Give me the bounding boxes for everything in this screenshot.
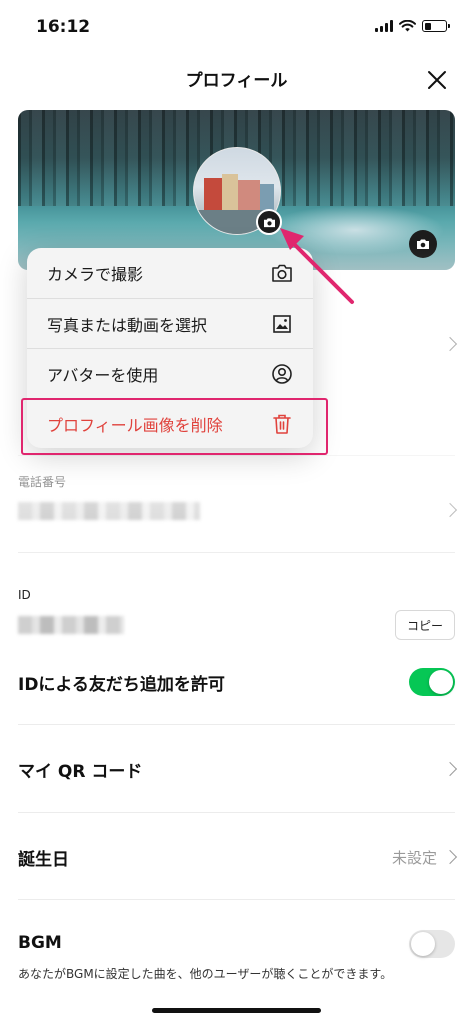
camera-icon: [417, 239, 429, 249]
qr-code-label[interactable]: マイ QR コード: [18, 757, 142, 782]
status-bar: 16:12: [0, 0, 473, 56]
menu-item-label: 写真または動画を選択: [47, 315, 208, 335]
menu-item-label: カメラで撮影: [47, 265, 144, 284]
divider: [18, 455, 455, 456]
bgm-label: BGM: [18, 933, 62, 953]
birthday-value: 未設定: [391, 849, 437, 867]
battery-icon: [422, 20, 450, 32]
status-icons: [375, 20, 450, 32]
id-label: ID: [18, 588, 31, 602]
avatar-icon: [271, 363, 293, 385]
allow-id-add-label: IDによる友だち追加を許可: [18, 675, 225, 695]
birthday-label[interactable]: 誕生日: [18, 845, 69, 870]
cover-camera-button[interactable]: [409, 230, 437, 258]
chevron-right-icon: [442, 761, 458, 777]
annotation-arrow-icon: [280, 228, 354, 304]
signal-icon: [375, 20, 393, 32]
phone-label: 電話番号: [18, 475, 67, 489]
trash-icon: [271, 413, 293, 435]
close-button[interactable]: [425, 68, 449, 92]
divider: [18, 899, 455, 900]
divider: [18, 724, 455, 725]
divider: [18, 812, 455, 813]
menu-item-label: プロフィール画像を削除: [47, 415, 223, 435]
chevron-right-icon: [442, 502, 458, 518]
copy-id-button[interactable]: コピー: [395, 610, 455, 640]
bgm-toggle[interactable]: [409, 930, 455, 958]
chevron-right-icon: [442, 849, 458, 865]
home-indicator: [152, 1008, 321, 1013]
page-title: プロフィール: [185, 71, 288, 91]
close-icon: [428, 71, 446, 89]
phone-value-redacted: [18, 502, 200, 520]
image-icon: [271, 313, 293, 335]
menu-item-label: アバターを使用: [47, 365, 159, 385]
chevron-right-icon: [442, 336, 458, 352]
wifi-icon: [399, 20, 416, 32]
status-time: 16:12: [36, 17, 91, 37]
id-value-redacted: [18, 616, 124, 634]
allow-id-add-toggle[interactable]: [409, 668, 455, 696]
menu-item-use-avatar[interactable]: アバターを使用: [27, 348, 313, 398]
divider: [18, 552, 455, 553]
menu-item-delete-profile-image[interactable]: プロフィール画像を削除: [27, 398, 313, 448]
bgm-description: あなたがBGMに設定した曲を、他のユーザーが聴くことができます。: [18, 967, 393, 981]
